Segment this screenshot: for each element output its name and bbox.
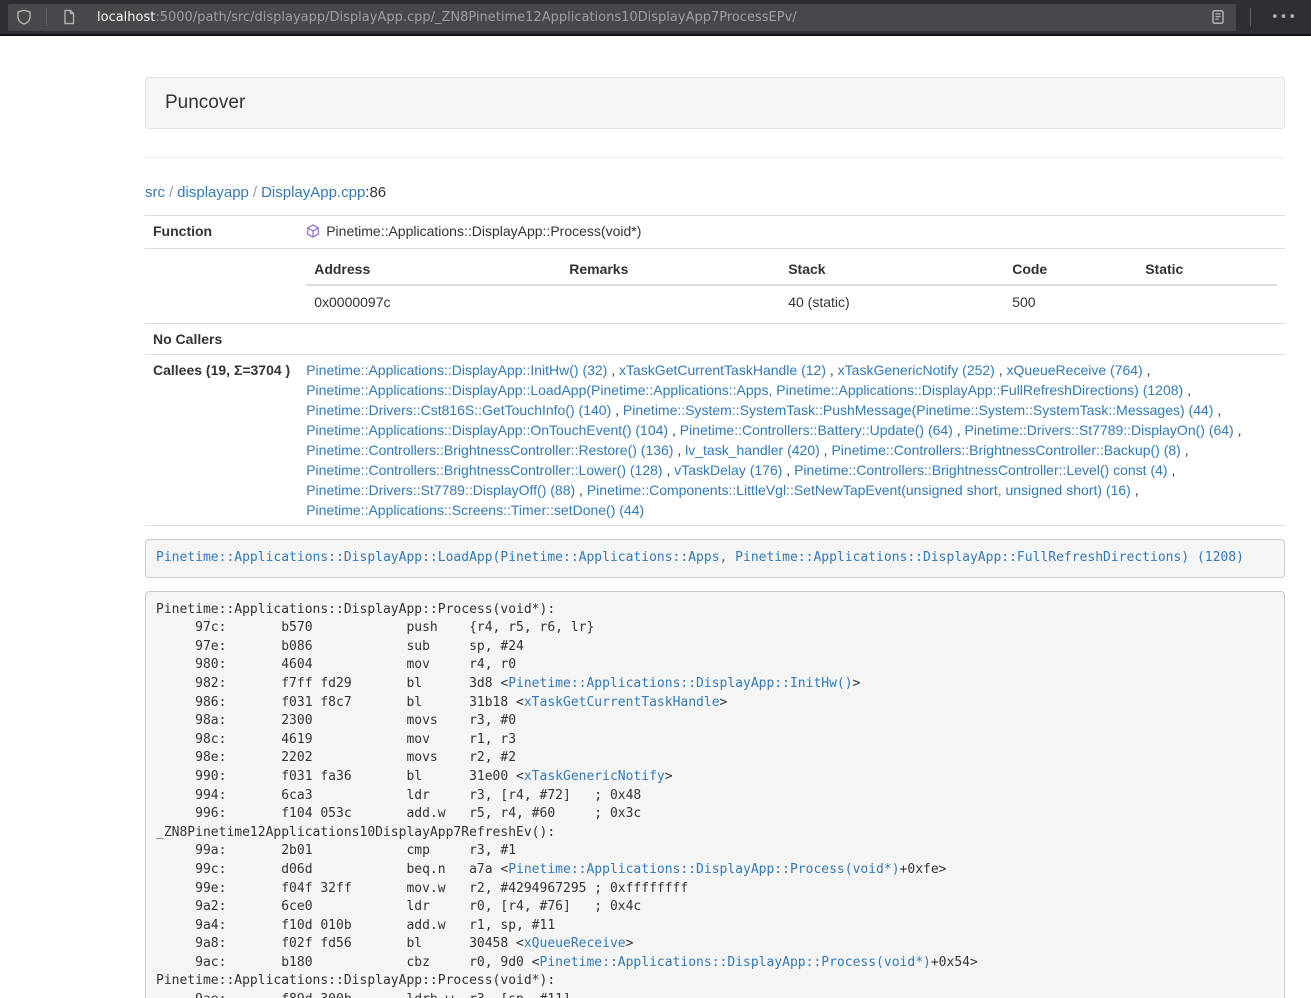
divider: [145, 157, 1285, 158]
page-content: Puncover src/displayapp/DisplayApp.cpp:8…: [145, 36, 1285, 998]
no-callers-label: No Callers: [145, 324, 298, 355]
callees-list: Pinetime::Applications::DisplayApp::Init…: [298, 355, 1285, 526]
callee-link[interactable]: Pinetime::Controllers::BrightnessControl…: [794, 462, 1167, 478]
cell-code: 500: [1004, 285, 1137, 318]
table-row: Function Pinetime::Applications::Display…: [145, 216, 1285, 249]
callee-link[interactable]: xTaskGetCurrentTaskHandle (12): [619, 362, 826, 378]
app-header-panel: Puncover: [145, 77, 1285, 129]
symbol-link[interactable]: Pinetime::Applications::DisplayApp::Proc…: [508, 862, 899, 877]
symbol-link[interactable]: Pinetime::Applications::DisplayApp::Init…: [508, 676, 852, 691]
column-header-static: Static: [1137, 254, 1277, 285]
browser-toolbar: localhost:5000/path/src/displayapp/Displ…: [0, 0, 1311, 36]
selected-symbol-box: Pinetime::Applications::DisplayApp::Load…: [145, 539, 1285, 578]
url-input[interactable]: localhost:5000/path/src/displayapp/Displ…: [97, 10, 1210, 25]
callee-link[interactable]: Pinetime::Drivers::St7789::DisplayOn() (…: [965, 422, 1234, 438]
breadcrumb: src/displayapp/DisplayApp.cpp:86: [145, 184, 1285, 201]
breadcrumb-link-src[interactable]: src: [145, 184, 165, 201]
page-actions-menu-icon[interactable]: •••: [1265, 10, 1303, 25]
callee-link[interactable]: Pinetime::Applications::Screens::Timer::…: [306, 502, 644, 518]
callee-link[interactable]: Pinetime::Controllers::Battery::Update()…: [680, 422, 953, 438]
shield-icon[interactable]: [16, 9, 32, 25]
callee-link[interactable]: Pinetime::Controllers::BrightnessControl…: [831, 442, 1180, 458]
toolbar-separator: [1250, 8, 1251, 26]
callee-link[interactable]: Pinetime::Applications::DisplayApp::Init…: [306, 362, 607, 378]
assembly-code: Pinetime::Applications::DisplayApp::Proc…: [145, 591, 1285, 998]
breadcrumb-link-file[interactable]: DisplayApp.cpp: [261, 184, 365, 201]
reader-mode-icon[interactable]: [1210, 9, 1226, 25]
url-host: localhost: [97, 10, 155, 25]
column-header-remarks: Remarks: [561, 254, 780, 285]
callee-link[interactable]: Pinetime::Applications::DisplayApp::Load…: [306, 382, 1183, 398]
column-header-address: Address: [306, 254, 561, 285]
symbol-link[interactable]: xTaskGetCurrentTaskHandle: [524, 695, 720, 710]
breadcrumb-separator: /: [249, 184, 261, 201]
callee-link[interactable]: vTaskDelay (176): [674, 462, 782, 478]
breadcrumb-separator: /: [165, 184, 177, 201]
callee-link[interactable]: Pinetime::Controllers::BrightnessControl…: [306, 442, 673, 458]
symbol-link[interactable]: Pinetime::Applications::DisplayApp::Proc…: [540, 955, 931, 970]
url-path: :5000/path/src/displayapp/DisplayApp.cpp…: [155, 10, 796, 25]
callee-link[interactable]: xQueueReceive (764): [1007, 362, 1143, 378]
function-table: Function Pinetime::Applications::Display…: [145, 215, 1285, 526]
callee-link[interactable]: Pinetime::Controllers::BrightnessControl…: [306, 462, 662, 478]
cell-remarks: [561, 285, 780, 318]
symbol-link[interactable]: xQueueReceive: [524, 936, 626, 951]
page-info-icon[interactable]: [61, 9, 77, 25]
symbol-cube-icon: [306, 224, 320, 238]
callee-link[interactable]: Pinetime::Applications::DisplayApp::OnTo…: [306, 422, 668, 438]
function-name: Pinetime::Applications::DisplayApp::Proc…: [326, 221, 641, 241]
callee-link[interactable]: lv_task_handler (420): [685, 442, 820, 458]
table-row: No Callers: [145, 324, 1285, 355]
url-bar[interactable]: localhost:5000/path/src/displayapp/Displ…: [8, 4, 1236, 31]
callee-link[interactable]: Pinetime::System::SystemTask::PushMessag…: [623, 402, 1214, 418]
callee-link[interactable]: Pinetime::Components::LittleVgl::SetNewT…: [587, 482, 1131, 498]
app-title: Puncover: [165, 92, 245, 113]
table-row: 0x0000097c 40 (static) 500: [306, 285, 1277, 318]
cell-static: [1137, 285, 1277, 318]
url-bar-separator: [46, 8, 47, 26]
function-label: Function: [145, 216, 298, 249]
breadcrumb-line-number: :86: [365, 184, 386, 201]
breadcrumb-link-displayapp[interactable]: displayapp: [177, 184, 249, 201]
column-header-stack: Stack: [780, 254, 1004, 285]
table-row: Callees (19, Σ=3704 ) Pinetime::Applicat…: [145, 355, 1285, 526]
callee-link[interactable]: Pinetime::Drivers::St7789::DisplayOff() …: [306, 482, 575, 498]
callees-label: Callees (19, Σ=3704 ): [145, 355, 298, 526]
callee-link[interactable]: Pinetime::Drivers::Cst816S::GetTouchInfo…: [306, 402, 611, 418]
function-details-table: Address Remarks Stack Code Static 0x0000…: [306, 254, 1277, 318]
cell-address: 0x0000097c: [306, 285, 561, 318]
table-row: Address Remarks Stack Code Static 0x0000…: [145, 249, 1285, 324]
column-header-code: Code: [1004, 254, 1137, 285]
symbol-link[interactable]: xTaskGenericNotify: [524, 769, 665, 784]
selected-symbol-link[interactable]: Pinetime::Applications::DisplayApp::Load…: [156, 550, 1244, 565]
cell-stack: 40 (static): [780, 285, 1004, 318]
callee-link[interactable]: xTaskGenericNotify (252): [838, 362, 995, 378]
